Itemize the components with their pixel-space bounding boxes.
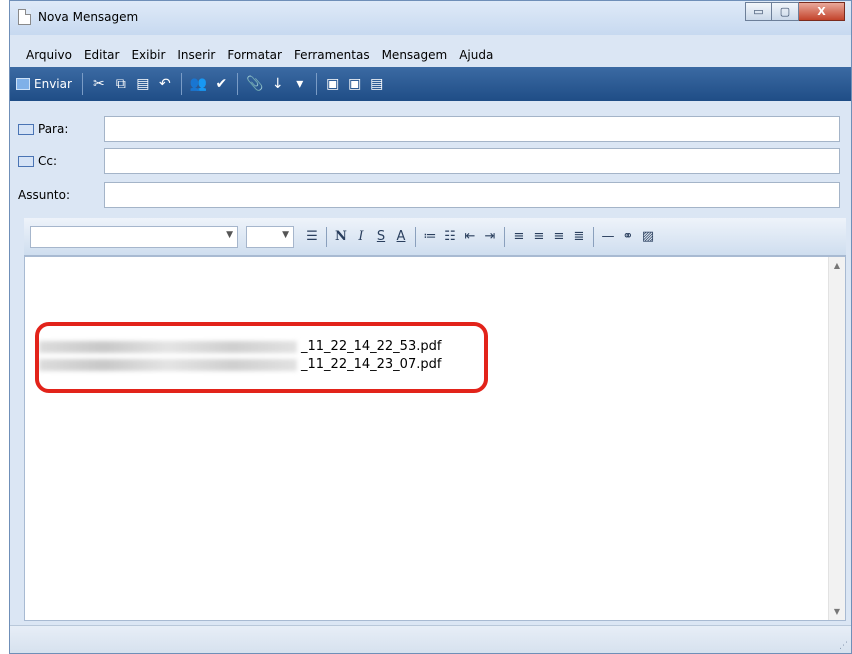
- increase-indent-icon[interactable]: ⇥: [480, 226, 500, 248]
- chevron-down-icon: ▼: [282, 229, 289, 240]
- cc-button[interactable]: Cc:: [18, 154, 104, 168]
- format-separator: [593, 226, 594, 247]
- menu-mensagem[interactable]: Mensagem: [382, 48, 448, 62]
- menu-editar[interactable]: Editar: [84, 48, 120, 62]
- main-toolbar: Enviar ✂ ⧉ ▤ ↶ 👥 ✔ 📎 ↓ ▾ ▣ ▣ ▤: [10, 67, 851, 101]
- horizontal-line-icon[interactable]: —: [598, 226, 618, 248]
- hyperlink-icon[interactable]: ⚭: [618, 226, 638, 248]
- maximize-button[interactable]: ▢: [772, 2, 799, 21]
- status-bar: ⋰: [10, 625, 851, 653]
- font-name-select[interactable]: ▼: [30, 225, 238, 248]
- minimize-button[interactable]: ▭: [745, 2, 772, 21]
- cc-field[interactable]: [104, 148, 840, 174]
- message-headers: Para: Cc: Assunto:: [10, 107, 851, 211]
- vertical-scrollbar[interactable]: ▲ ▼: [828, 257, 845, 620]
- dropdown-arrow-icon[interactable]: ▾: [292, 73, 308, 95]
- menu-ajuda[interactable]: Ajuda: [459, 48, 493, 62]
- encrypt-icon[interactable]: ▣: [347, 73, 363, 95]
- menu-ferramentas[interactable]: Ferramentas: [294, 48, 370, 62]
- paragraph-style-icon[interactable]: ☰: [302, 226, 322, 248]
- to-row: Para:: [18, 115, 104, 143]
- sign-icon[interactable]: ▣: [325, 73, 341, 95]
- close-button[interactable]: X: [799, 2, 845, 21]
- format-toolbar: ▼ ▼ ☰ N I S A ≔ ☷ ⇤ ⇥ ≡ ≡ ≡ ≣ — ⚭ ▨: [24, 218, 846, 256]
- send-label: Enviar: [34, 77, 72, 91]
- subject-row: Assunto:: [18, 181, 104, 209]
- undo-icon[interactable]: ↶: [157, 73, 173, 95]
- format-separator: [415, 226, 416, 247]
- cc-label: Cc:: [38, 154, 58, 168]
- justify-icon[interactable]: ≣: [569, 226, 589, 248]
- to-field[interactable]: [104, 116, 840, 142]
- copy-icon[interactable]: ⧉: [113, 73, 129, 95]
- bold-button[interactable]: N: [331, 226, 351, 248]
- menu-bar: Arquivo Editar Exibir Inserir Formatar F…: [10, 44, 851, 66]
- format-separator: [504, 226, 505, 247]
- priority-icon[interactable]: ↓: [270, 73, 286, 95]
- to-button[interactable]: Para:: [18, 122, 104, 136]
- offline-icon[interactable]: ▤: [369, 73, 385, 95]
- window-title: Nova Mensagem: [38, 10, 139, 24]
- insert-picture-icon[interactable]: ▨: [638, 226, 658, 248]
- window-controls: ▭ ▢ X: [745, 2, 845, 21]
- check-names-icon[interactable]: 👥: [190, 73, 207, 95]
- menu-exibir[interactable]: Exibir: [131, 48, 165, 62]
- spelling-icon[interactable]: ✔: [213, 73, 229, 95]
- toolbar-separator: [180, 73, 182, 95]
- decrease-indent-icon[interactable]: ⇤: [460, 226, 480, 248]
- font-size-select[interactable]: ▼: [246, 225, 294, 248]
- message-body[interactable]: _11_22_14_22_53.pdf _11_22_14_23_07.pdf …: [24, 256, 846, 621]
- align-right-icon[interactable]: ≡: [549, 226, 569, 248]
- font-color-button[interactable]: A: [391, 226, 411, 248]
- chevron-down-icon: ▼: [226, 229, 233, 240]
- to-label: Para:: [38, 122, 69, 136]
- cut-icon[interactable]: ✂: [91, 73, 107, 95]
- menu-inserir[interactable]: Inserir: [177, 48, 215, 62]
- cc-row: Cc:: [18, 147, 104, 175]
- numbered-list-icon[interactable]: ≔: [420, 226, 440, 248]
- message-window: Nova Mensagem ▭ ▢ X Arquivo Editar Exibi…: [9, 0, 852, 654]
- title-bar: Nova Mensagem ▭ ▢ X: [10, 1, 851, 35]
- resize-grip-icon[interactable]: ⋰: [839, 641, 848, 651]
- format-separator: [326, 226, 327, 247]
- subject-field[interactable]: [104, 182, 840, 208]
- italic-button[interactable]: I: [351, 226, 371, 248]
- underline-button[interactable]: S: [371, 226, 391, 248]
- bulleted-list-icon[interactable]: ☷: [440, 226, 460, 248]
- new-message-icon: [18, 9, 31, 25]
- send-icon: [16, 78, 30, 90]
- address-card-icon: [18, 123, 34, 135]
- menu-arquivo[interactable]: Arquivo: [26, 48, 72, 62]
- send-button[interactable]: Enviar: [16, 77, 72, 91]
- menu-formatar[interactable]: Formatar: [227, 48, 282, 62]
- subject-label: Assunto:: [18, 188, 71, 202]
- scroll-down-icon[interactable]: ▼: [829, 607, 845, 616]
- attach-icon[interactable]: 📎: [246, 73, 263, 95]
- align-center-icon[interactable]: ≡: [529, 226, 549, 248]
- scroll-up-icon[interactable]: ▲: [829, 261, 845, 270]
- address-card-icon: [18, 155, 34, 167]
- align-left-icon[interactable]: ≡: [509, 226, 529, 248]
- paste-icon[interactable]: ▤: [135, 73, 151, 95]
- toolbar-separator: [81, 73, 83, 95]
- toolbar-separator: [315, 73, 317, 95]
- highlight-annotation: [35, 322, 488, 393]
- toolbar-separator: [237, 73, 239, 95]
